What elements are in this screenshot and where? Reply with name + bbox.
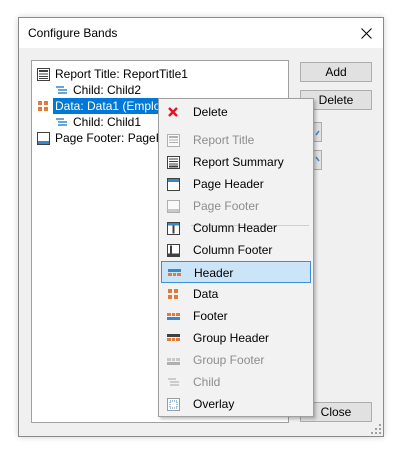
child-band-icon: [56, 85, 67, 94]
data-band-icon: [167, 288, 178, 299]
menu-item-label: Child: [193, 375, 221, 389]
title-bar: Configure Bands: [19, 18, 383, 48]
column-footer-icon: [166, 243, 180, 257]
menu-item-label: Report Title: [193, 133, 255, 147]
child-band-icon: [56, 117, 67, 126]
tree-item-label: Report Title: ReportTitle1: [55, 67, 188, 81]
page-header-icon: [166, 177, 180, 191]
add-button[interactable]: Add: [300, 62, 372, 82]
menu-item-label: Delete: [193, 105, 228, 119]
delete-x-icon: [168, 107, 178, 117]
menu-item-group-footer[interactable]: Group Footer: [161, 349, 311, 371]
child-band-icon: [167, 377, 179, 386]
menu-item-label: Group Header: [193, 331, 270, 345]
menu-item-group-header[interactable]: Group Header: [161, 327, 311, 349]
tree-item-label: Data: Data1 (Employe: [53, 98, 176, 114]
menu-item-header[interactable]: Header: [161, 261, 311, 283]
menu-item-child[interactable]: Child: [161, 371, 311, 393]
menu-item-delete[interactable]: Delete: [161, 101, 311, 123]
menu-item-page-header[interactable]: Page Header: [161, 173, 311, 195]
menu-item-label: Report Summary: [193, 155, 284, 169]
tree-item-page-footer[interactable]: Page Footer: PageFo: [37, 130, 170, 146]
menu-item-column-header[interactable]: Column Header: [161, 217, 311, 239]
report-summary-icon: [166, 155, 180, 169]
report-title-icon: [37, 67, 50, 81]
footer-band-icon: [166, 312, 180, 320]
tree-item-child1[interactable]: Child: Child1: [55, 114, 141, 130]
menu-item-label: Column Footer: [193, 243, 273, 257]
header-band-icon: [167, 268, 181, 276]
menu-item-report-title[interactable]: Report Title: [161, 129, 311, 151]
menu-item-footer[interactable]: Footer: [161, 305, 311, 327]
menu-item-label: Page Footer: [193, 199, 260, 213]
band-context-menu: Delete Report Title Report Summary Page …: [158, 98, 314, 417]
tree-item-label: Page Footer: PageFo: [55, 131, 170, 145]
resize-grip-icon[interactable]: [370, 423, 381, 434]
menu-item-label: Footer: [193, 309, 228, 323]
menu-item-page-footer[interactable]: Page Footer: [161, 195, 311, 217]
close-icon: [360, 27, 372, 39]
menu-item-column-footer[interactable]: Column Footer: [161, 239, 311, 261]
report-title-icon: [166, 133, 180, 147]
window-title: Configure Bands: [28, 26, 118, 40]
close-window-button[interactable]: [349, 18, 383, 48]
menu-item-data[interactable]: Data: [161, 283, 311, 305]
menu-item-label: Header: [194, 266, 234, 280]
group-header-icon: [166, 333, 180, 341]
menu-item-label: Page Header: [193, 177, 264, 191]
group-footer-icon: [166, 357, 180, 365]
tree-item-child2[interactable]: Child: Child2: [55, 82, 141, 98]
menu-item-label: Data: [193, 287, 219, 301]
tree-item-label: Child: Child2: [73, 83, 142, 97]
tree-item-data1[interactable]: Data: Data1 (Employe: [37, 98, 176, 114]
menu-item-label: Overlay: [193, 397, 235, 411]
tree-item-report-title[interactable]: Report Title: ReportTitle1: [37, 66, 188, 82]
column-header-icon: [166, 221, 180, 235]
page-footer-icon: [37, 131, 50, 145]
menu-item-report-summary[interactable]: Report Summary: [161, 151, 311, 173]
data-band-icon: [38, 100, 48, 111]
page-footer-icon: [166, 199, 180, 213]
menu-item-label: Group Footer: [193, 353, 265, 367]
menu-item-label: Column Header: [193, 221, 278, 235]
tree-item-label: Child: Child1: [73, 115, 142, 129]
menu-item-overlay[interactable]: Overlay: [161, 393, 311, 415]
overlay-icon: [166, 397, 180, 411]
